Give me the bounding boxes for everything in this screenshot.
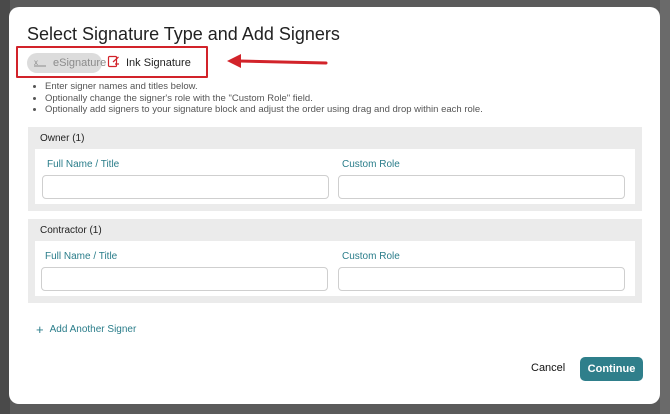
- instruction-item: Optionally change the signer's role with…: [45, 93, 483, 105]
- plus-icon: +: [36, 321, 44, 337]
- custom-role-label: Custom Role: [342, 251, 400, 262]
- cancel-button[interactable]: Cancel: [531, 362, 565, 374]
- esignature-label: eSignature: [53, 57, 107, 69]
- backdrop-right: [660, 0, 670, 414]
- dialog-title: Select Signature Type and Add Signers: [27, 24, 340, 44]
- esignature-option[interactable]: x eSignature: [27, 53, 106, 73]
- section-title: Contractor (1): [40, 225, 102, 236]
- signer-section-contractor: Contractor (1) Full Name / Title Custom …: [28, 219, 642, 303]
- continue-button[interactable]: Continue: [580, 357, 643, 381]
- esignature-icon: x: [33, 57, 47, 70]
- custom-role-input[interactable]: [338, 267, 625, 291]
- section-body: Full Name / Title Custom Role: [35, 241, 635, 296]
- annotation-arrow: [227, 54, 328, 68]
- full-name-input[interactable]: [41, 267, 328, 291]
- signers-dialog: Select Signature Type and Add Signers x …: [9, 7, 660, 404]
- full-name-label: Full Name / Title: [47, 159, 120, 170]
- section-body: Full Name / Title Custom Role: [35, 149, 635, 204]
- ink-signature-icon: [107, 55, 120, 71]
- ink-signature-label: Ink Signature: [126, 57, 191, 69]
- signer-section-owner: Owner (1) Full Name / Title Custom Role: [28, 127, 642, 211]
- instructions-list: Enter signer names and titles below. Opt…: [33, 81, 483, 116]
- custom-role-input[interactable]: [338, 175, 625, 199]
- full-name-input[interactable]: [42, 175, 329, 199]
- section-title: Owner (1): [40, 133, 85, 144]
- ink-signature-option[interactable]: Ink Signature: [107, 53, 191, 73]
- full-name-label: Full Name / Title: [45, 251, 118, 262]
- add-signer-label: Add Another Signer: [49, 324, 137, 335]
- add-another-signer-button[interactable]: + Add Another Signer: [36, 321, 137, 337]
- instruction-item: Optionally add signers to your signature…: [45, 104, 483, 116]
- instruction-item: Enter signer names and titles below.: [45, 81, 483, 93]
- custom-role-label: Custom Role: [342, 159, 400, 170]
